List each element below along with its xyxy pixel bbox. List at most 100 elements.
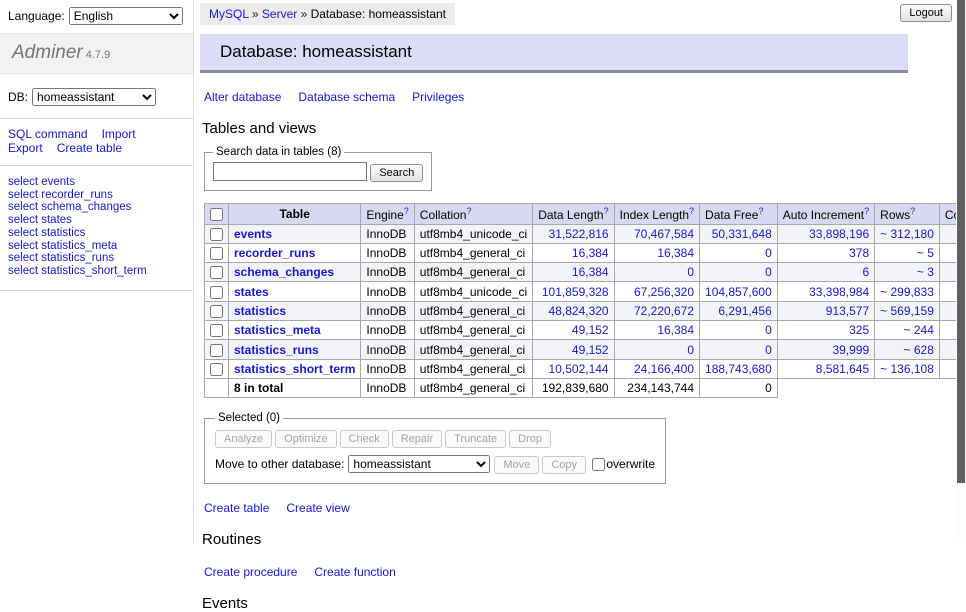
cell-data-free-link[interactable]: 50,331,648	[712, 227, 772, 241]
sidebar-select-6[interactable]: select statistics_runs	[8, 252, 185, 265]
repair-button[interactable]: Repair	[392, 430, 442, 448]
drop-button[interactable]: Drop	[509, 430, 551, 448]
move-database-select[interactable]: homeassistant	[348, 455, 490, 473]
cell-index-length-link[interactable]: 16,384	[657, 246, 694, 260]
header-hint-link[interactable]: ?	[604, 206, 609, 216]
row-checkbox[interactable]	[210, 305, 223, 318]
logout-button[interactable]: Logout	[900, 4, 952, 22]
cell-rows-link[interactable]: ~ 244	[904, 323, 934, 337]
cell-auto-increment-link[interactable]: 325	[849, 323, 869, 337]
cell-index-length-link[interactable]: 72,220,672	[634, 304, 694, 318]
create-0[interactable]: Create table	[204, 501, 269, 515]
header-hint-link[interactable]: ?	[758, 206, 763, 216]
row-checkbox[interactable]	[210, 266, 223, 279]
cell-rows-link[interactable]: ~ 312,180	[880, 227, 934, 241]
row-checkbox[interactable]	[210, 363, 223, 376]
table-name-link[interactable]: states	[234, 285, 269, 299]
cell-data-free-link[interactable]: 0	[765, 265, 772, 279]
header-hint-link[interactable]: ?	[689, 206, 694, 216]
app-name-link[interactable]: Adminer	[12, 42, 83, 63]
select-all-checkbox[interactable]	[210, 208, 223, 221]
scrollbar-thumb[interactable]	[957, 0, 965, 483]
row-checkbox[interactable]	[210, 247, 223, 260]
cell-rows-link[interactable]: ~ 569,159	[880, 304, 934, 318]
cell-data-free-link[interactable]: 0	[765, 323, 772, 337]
header-hint-link[interactable]: ?	[910, 206, 915, 216]
cell-index-length-link[interactable]: 0	[687, 265, 694, 279]
breadcrumb-item-1[interactable]: Server	[262, 7, 297, 21]
row-checkbox[interactable]	[210, 228, 223, 241]
check-button[interactable]: Check	[340, 430, 389, 448]
cell-data-length-link[interactable]: 10,502,144	[549, 362, 609, 376]
cell-data-length-link[interactable]: 16,384	[572, 246, 609, 260]
copy-button[interactable]: Copy	[542, 456, 586, 474]
sidebar-select-0[interactable]: select events	[8, 176, 185, 189]
cell-data-free-link[interactable]: 104,857,600	[705, 285, 772, 299]
cell-index-length-link[interactable]: 70,467,584	[634, 227, 694, 241]
routine-1[interactable]: Create function	[314, 565, 395, 579]
sidebar-select-5[interactable]: select statistics_meta	[8, 240, 185, 253]
table-name-link[interactable]: statistics_short_term	[234, 362, 355, 376]
cell-index-length-link[interactable]: 16,384	[657, 323, 694, 337]
cell-data-free-link[interactable]: 0	[765, 343, 772, 357]
table-name-link[interactable]: schema_changes	[234, 265, 334, 279]
create-1[interactable]: Create view	[286, 501, 349, 515]
cell-auto-increment-link[interactable]: 6	[862, 265, 869, 279]
cell-rows-link[interactable]: ~ 5	[917, 246, 934, 260]
sidebar-select-3[interactable]: select states	[8, 214, 185, 227]
row-checkbox[interactable]	[210, 286, 223, 299]
cell-auto-increment-link[interactable]: 913,577	[826, 304, 869, 318]
sidebar-cmd-a-1[interactable]: Import	[102, 127, 136, 141]
cell-auto-increment-link[interactable]: 378	[849, 246, 869, 260]
cell-data-length-link[interactable]: 49,152	[572, 343, 609, 357]
sidebar-select-2[interactable]: select schema_changes	[8, 201, 185, 214]
truncate-button[interactable]: Truncate	[445, 430, 506, 448]
cell-data-length-link[interactable]: 16,384	[572, 265, 609, 279]
row-checkbox[interactable]	[210, 324, 223, 337]
routine-0[interactable]: Create procedure	[204, 565, 297, 579]
sidebar-cmd-b-0[interactable]: Export	[8, 141, 43, 155]
language-select[interactable]: English	[69, 7, 183, 25]
cell-rows-link[interactable]: ~ 3	[917, 265, 934, 279]
sidebar-select-1[interactable]: select recorder_runs	[8, 189, 185, 202]
analyze-button[interactable]: Analyze	[215, 430, 272, 448]
table-name-link[interactable]: events	[234, 227, 272, 241]
sidebar-select-4[interactable]: select statistics	[8, 227, 185, 240]
sidebar-cmd-a-0[interactable]: SQL command	[8, 127, 88, 141]
cell-index-length-link[interactable]: 67,256,320	[634, 285, 694, 299]
sidebar-cmd-b-1[interactable]: Create table	[57, 141, 122, 155]
table-name-link[interactable]: statistics	[234, 304, 286, 318]
cell-data-free-link[interactable]: 0	[765, 246, 772, 260]
cell-rows-link[interactable]: ~ 628	[904, 343, 934, 357]
cell-data-length-link[interactable]: 49,152	[572, 323, 609, 337]
cell-auto-increment-link[interactable]: 33,398,984	[809, 285, 869, 299]
table-name-link[interactable]: statistics_meta	[234, 323, 321, 337]
cell-index-length-link[interactable]: 0	[687, 343, 694, 357]
row-checkbox[interactable]	[210, 344, 223, 357]
breadcrumb-item-0[interactable]: MySQL	[209, 7, 249, 21]
db-select[interactable]: homeassistant	[32, 88, 156, 106]
cell-auto-increment-link[interactable]: 39,999	[832, 343, 869, 357]
header-hint-link[interactable]: ?	[466, 206, 471, 216]
table-name-link[interactable]: recorder_runs	[234, 246, 315, 260]
cell-data-length-link[interactable]: 48,824,320	[549, 304, 609, 318]
move-button[interactable]: Move	[494, 456, 539, 474]
db-action-1[interactable]: Database schema	[298, 90, 395, 104]
table-name-link[interactable]: statistics_runs	[234, 343, 319, 357]
db-action-2[interactable]: Privileges	[412, 90, 464, 104]
scrollbar-track[interactable]	[956, 0, 966, 543]
cell-auto-increment-link[interactable]: 8,581,645	[816, 362, 869, 376]
cell-data-free-link[interactable]: 188,743,680	[705, 362, 772, 376]
cell-rows-link[interactable]: ~ 299,833	[880, 285, 934, 299]
db-action-0[interactable]: Alter database	[204, 90, 281, 104]
cell-data-free-link[interactable]: 6,291,456	[718, 304, 771, 318]
optimize-button[interactable]: Optimize	[275, 430, 336, 448]
search-button[interactable]: Search	[370, 164, 423, 182]
search-input[interactable]	[213, 162, 367, 181]
overwrite-checkbox[interactable]	[592, 458, 605, 471]
sidebar-select-7[interactable]: select statistics_short_term	[8, 265, 185, 278]
cell-data-length-link[interactable]: 31,522,816	[549, 227, 609, 241]
header-hint-link[interactable]: ?	[404, 206, 409, 216]
cell-index-length-link[interactable]: 24,166,400	[634, 362, 694, 376]
header-hint-link[interactable]: ?	[864, 206, 869, 216]
